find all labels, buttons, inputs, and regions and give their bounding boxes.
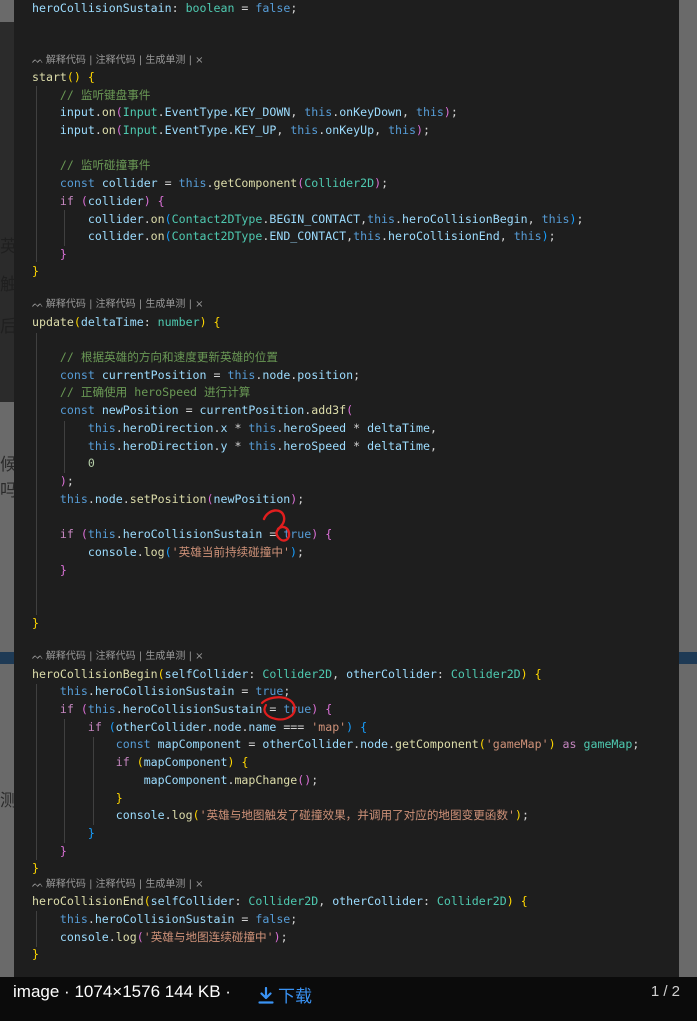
code-line: if (mapComponent) { (115, 755, 249, 769)
comment-code-link[interactable]: 注释代码 (96, 55, 136, 66)
comment-code-link[interactable]: 注释代码 (96, 651, 136, 662)
codelens-bar: ᨓ 解释代码 | 注释代码 | 生成单测 | × (32, 879, 204, 890)
code-line: if (otherCollider.node.name === 'map') { (87, 720, 368, 734)
code-line: // 根据英雄的方向和速度更新英雄的位置 (59, 350, 278, 364)
code-line: } (115, 791, 123, 805)
codelens-bar: ᨓ 解释代码 | 注释代码 | 生成单测 | × (32, 651, 204, 662)
explain-code-link[interactable]: 解释代码 (46, 55, 86, 66)
code-line: const mapComponent = otherCollider.node.… (115, 737, 640, 751)
comment-code-link[interactable]: 注释代码 (96, 879, 136, 890)
code-line: heroCollisionBegin(selfCollider: Collide… (32, 667, 542, 681)
code-line: } (59, 563, 67, 577)
code-line: collider.on(Contact2DType.BEGIN_CONTACT,… (87, 212, 584, 226)
image-info: image · 1074×1576 144 KB · (13, 982, 231, 1001)
code-line: this.heroDirection.y * this.heroSpeed * … (87, 439, 437, 453)
code-line: collider.on(Contact2DType.END_CONTACT,th… (87, 229, 556, 243)
codelens-bar: ᨓ 解释代码 | 注释代码 | 生成单测 | × (32, 299, 204, 310)
page-indicator: 1 / 2 (650, 983, 680, 1000)
code-line: console.log('英雄与地图连续碰撞中'); (59, 930, 288, 944)
ai-icon: ᨓ (32, 299, 44, 310)
code-line: input.on(Input.EventType.KEY_DOWN, this.… (59, 105, 458, 119)
code-line: } (87, 826, 95, 840)
code-line: this.heroCollisionSustain = false; (59, 912, 298, 926)
generate-test-link[interactable]: 生成单测 (145, 879, 185, 890)
comment-code-link[interactable]: 注释代码 (96, 299, 136, 310)
code-line: console.log('英雄与地图触发了碰撞效果，并调用了对应的地图变更函数'… (115, 808, 529, 822)
close-icon[interactable]: × (195, 55, 203, 66)
code-line: const currentPosition = this.node.positi… (59, 368, 361, 382)
generate-test-link[interactable]: 生成单测 (145, 299, 185, 310)
code-image: heroCollisionSustain: boolean = false; ᨓ… (14, 0, 679, 977)
download-button[interactable]: 下载 (258, 982, 312, 1007)
explain-code-link[interactable]: 解释代码 (46, 299, 86, 310)
close-icon[interactable]: × (195, 651, 203, 662)
code-line: if (collider) { (59, 194, 165, 208)
code-line: } (32, 616, 39, 630)
code-line: } (32, 861, 39, 875)
code-line: input.on(Input.EventType.KEY_UP, this.on… (59, 123, 430, 137)
code-line: 0 (87, 456, 95, 470)
codelens-bar: ᨓ 解释代码 | 注释代码 | 生成单测 | × (32, 55, 204, 66)
code-line: } (59, 247, 67, 261)
download-icon (258, 986, 274, 1004)
ai-icon: ᨓ (32, 651, 44, 662)
code-line: mapComponent.mapChange(); (143, 773, 319, 787)
download-label[interactable]: 下载 (278, 987, 312, 1006)
red-circle-annotation (260, 696, 296, 721)
close-icon[interactable]: × (195, 299, 203, 310)
background-panel (0, 22, 14, 402)
code-line: } (32, 264, 39, 278)
code-line: // 正确使用 heroSpeed 进行计算 (59, 385, 251, 399)
code-line: heroCollisionSustain: boolean = false; (32, 1, 298, 15)
code-line: this.heroCollisionSustain = true; (59, 684, 291, 698)
explain-code-link[interactable]: 解释代码 (46, 879, 86, 890)
ai-icon: ᨓ (32, 879, 44, 890)
code-line: } (59, 844, 67, 858)
red-circle-annotation (262, 509, 291, 542)
code-line: ); (59, 474, 74, 488)
code-line: start() { (32, 70, 95, 84)
code-line: // 监听碰撞事件 (59, 158, 151, 172)
generate-test-link[interactable]: 生成单测 (145, 55, 185, 66)
code-line: const collider = this.getComponent(Colli… (59, 176, 389, 190)
explain-code-link[interactable]: 解释代码 (46, 651, 86, 662)
generate-test-link[interactable]: 生成单测 (145, 651, 185, 662)
ai-icon: ᨓ (32, 55, 44, 66)
code-line: heroCollisionEnd(selfCollider: Collider2… (32, 894, 528, 908)
code-line: } (32, 947, 39, 961)
close-icon[interactable]: × (195, 879, 203, 890)
viewer-footer: image · 1074×1576 144 KB · 下载 1 / 2 (0, 977, 697, 1021)
code-line: const newPosition = currentPosition.add3… (59, 403, 354, 417)
code-line: // 监听键盘事件 (59, 88, 151, 102)
code-line: this.heroDirection.x * this.heroSpeed * … (87, 421, 437, 435)
code-line: update(deltaTime: number) { (32, 315, 221, 329)
